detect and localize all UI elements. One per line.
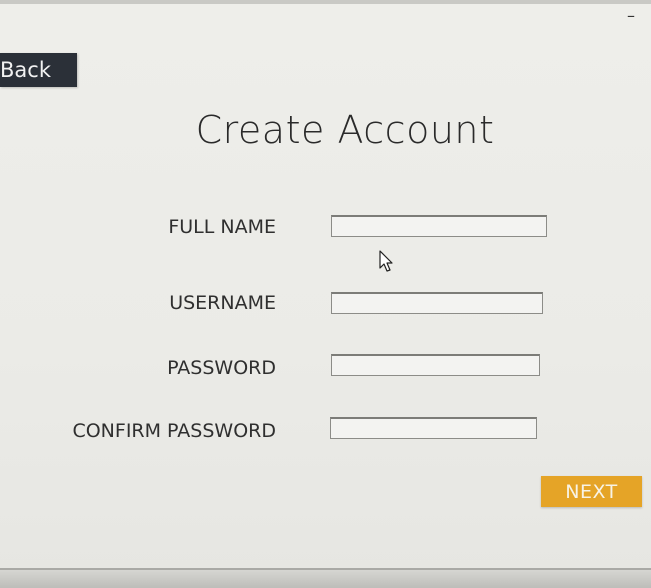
confirm-password-field[interactable] bbox=[330, 417, 537, 439]
window-top-edge bbox=[0, 0, 651, 4]
back-button[interactable]: Back bbox=[0, 53, 77, 87]
username-field[interactable] bbox=[331, 292, 543, 314]
password-field[interactable] bbox=[331, 354, 540, 376]
next-button[interactable]: NEXT bbox=[541, 476, 642, 507]
minimize-button[interactable]: – bbox=[622, 8, 640, 24]
app-window: – Back Create Account FULL NAME USERNAME… bbox=[0, 0, 651, 588]
username-label: USERNAME bbox=[169, 292, 276, 314]
page-title: Create Account bbox=[195, 108, 495, 152]
confirm-password-label: CONFIRM PASSWORD bbox=[72, 420, 276, 442]
window-bottom-frame bbox=[0, 568, 651, 588]
mouse-pointer-icon bbox=[379, 250, 393, 272]
password-label: PASSWORD bbox=[167, 357, 276, 379]
full-name-label: FULL NAME bbox=[168, 216, 276, 238]
full-name-field[interactable] bbox=[331, 215, 547, 237]
